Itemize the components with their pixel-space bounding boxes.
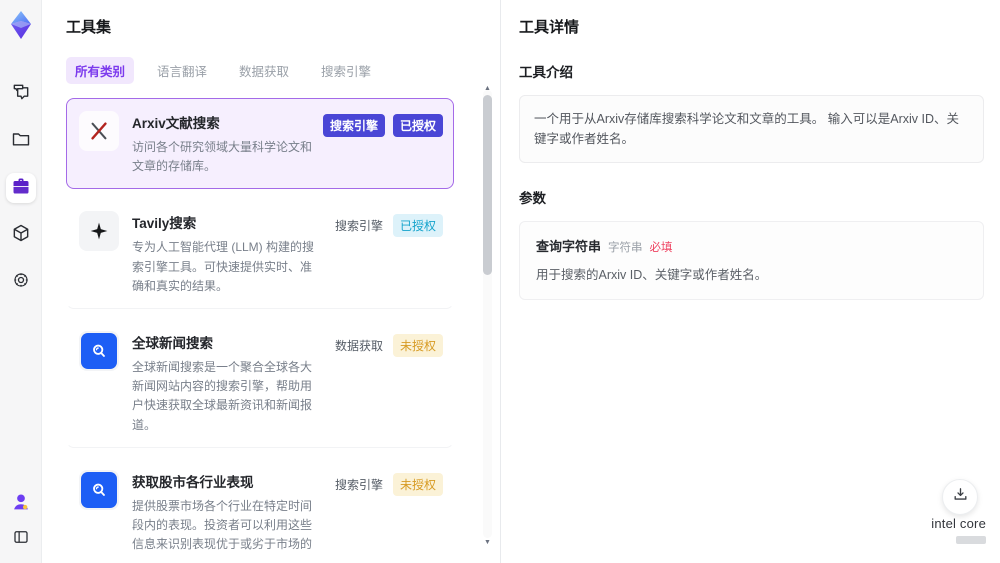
intro-heading: 工具介绍 bbox=[519, 65, 573, 80]
stock-sector-icon bbox=[79, 469, 119, 510]
category-badge: 搜索引擎 bbox=[322, 114, 385, 137]
tool-intro-text: 一个用于从Arxiv存储库搜索科学论文和文章的工具。 输入可以是Arxiv ID… bbox=[519, 95, 984, 163]
tab-search-engine[interactable]: 搜索引擎 bbox=[312, 57, 380, 84]
sidebar-item-settings[interactable] bbox=[6, 267, 36, 297]
tool-item-arxiv[interactable]: Arxiv文献搜索 访问各个研究领域大量科学论文和文章的存储库。 搜索引擎 已授… bbox=[66, 98, 454, 190]
param-card: 查询字符串 字符串 必填 用于搜索的Arxiv ID、关键字或作者姓名。 bbox=[519, 221, 984, 300]
arxiv-logo-icon bbox=[79, 111, 119, 151]
category-badge: 搜索引擎 bbox=[334, 477, 383, 492]
param-name: 查询字符串 bbox=[536, 239, 602, 254]
tool-description: 专为人工智能代理 (LLM) 构建的搜索引擎工具。可快速提供实时、准确和真实的结… bbox=[132, 240, 315, 293]
download-button[interactable] bbox=[942, 479, 978, 515]
intel-badge bbox=[956, 536, 986, 544]
sidebar-item-files[interactable] bbox=[6, 126, 36, 156]
tool-list: Arxiv文献搜索 访问各个研究领域大量科学论文和文章的存储库。 搜索引擎 已授… bbox=[66, 98, 476, 551]
sidebar-item-plugins[interactable] bbox=[6, 220, 36, 250]
chat-icon bbox=[11, 82, 31, 107]
gear-icon bbox=[11, 270, 31, 295]
status-badge: 已授权 bbox=[392, 214, 443, 238]
status-badge: 已授权 bbox=[392, 114, 443, 137]
param-description: 用于搜索的Arxiv ID、关键字或作者姓名。 bbox=[536, 268, 768, 282]
category-badge: 搜索引擎 bbox=[334, 219, 383, 234]
briefcase-icon bbox=[11, 176, 31, 201]
collapse-panel-icon[interactable] bbox=[12, 528, 30, 551]
download-icon bbox=[952, 486, 969, 508]
left-icon-rail bbox=[0, 0, 42, 563]
tool-name: 全球新闻搜索 bbox=[132, 335, 213, 351]
tool-name: 获取股市各行业表现 bbox=[132, 474, 254, 490]
tool-item-global-news[interactable]: 全球新闻搜索 全球新闻搜索是一个聚合全球各大新闻网站内容的搜索引擎，帮助用户快速… bbox=[66, 317, 454, 448]
params-heading: 参数 bbox=[519, 191, 546, 206]
avatar[interactable] bbox=[10, 491, 32, 518]
news-search-icon bbox=[79, 330, 119, 371]
param-type: 字符串 bbox=[608, 242, 643, 254]
tab-data-fetch[interactable]: 数据获取 bbox=[230, 57, 298, 84]
tool-description: 全球新闻搜索是一个聚合全球各大新闻网站内容的搜索引擎，帮助用户快速获取全球最新资… bbox=[132, 359, 313, 432]
tool-item-stock-sector[interactable]: 获取股市各行业表现 提供股票市场各个行业在特定时间段内的表现。投资者可以利用这些… bbox=[66, 456, 454, 551]
scrollbar-down-arrow[interactable]: ▼ bbox=[484, 539, 491, 546]
tab-translation[interactable]: 语言翻译 bbox=[148, 57, 216, 84]
param-required-flag: 必填 bbox=[649, 242, 673, 254]
tool-list-panel: 工具集 所有类别 语言翻译 数据获取 搜索引擎 Arxiv文献搜索 访问各个研究… bbox=[42, 0, 500, 563]
cube-icon bbox=[11, 223, 31, 248]
tool-item-tavily[interactable]: Tavily搜索 专为人工智能代理 (LLM) 构建的搜索引擎工具。可快速提供实… bbox=[66, 198, 454, 309]
detail-title: 工具详情 bbox=[519, 19, 580, 36]
list-scrollbar[interactable]: ▲ ▼ bbox=[483, 85, 492, 546]
status-badge: 未授权 bbox=[392, 472, 443, 496]
sidebar-item-chat[interactable] bbox=[6, 79, 36, 109]
tab-all-categories[interactable]: 所有类别 bbox=[66, 57, 135, 84]
intel-core-logo: intel core bbox=[931, 516, 986, 549]
tool-detail-panel: 工具详情 工具介绍 一个用于从Arxiv存储库搜索科学论文和文章的工具。 输入可… bbox=[500, 0, 1000, 563]
category-tabs: 所有类别 语言翻译 数据获取 搜索引擎 bbox=[66, 57, 476, 84]
tool-description: 访问各个研究领域大量科学论文和文章的存储库。 bbox=[132, 140, 313, 174]
folder-icon bbox=[11, 129, 31, 154]
category-badge: 数据获取 bbox=[334, 338, 383, 353]
status-badge: 未授权 bbox=[392, 333, 443, 357]
tool-name: Arxiv文献搜索 bbox=[132, 116, 220, 131]
tool-description: 提供股票市场各个行业在特定时间段内的表现。投资者可以利用这些信息来识别表现优于或… bbox=[132, 498, 313, 551]
app-window: 工具集 所有类别 语言翻译 数据获取 搜索引擎 Arxiv文献搜索 访问各个研究… bbox=[0, 0, 1000, 563]
tavily-star-icon bbox=[79, 211, 119, 252]
page-title: 工具集 bbox=[66, 19, 112, 36]
scrollbar-thumb[interactable] bbox=[483, 95, 492, 275]
tool-name: Tavily搜索 bbox=[132, 216, 197, 232]
sidebar-item-tools[interactable] bbox=[5, 173, 36, 203]
diamond-logo-icon bbox=[8, 10, 34, 45]
